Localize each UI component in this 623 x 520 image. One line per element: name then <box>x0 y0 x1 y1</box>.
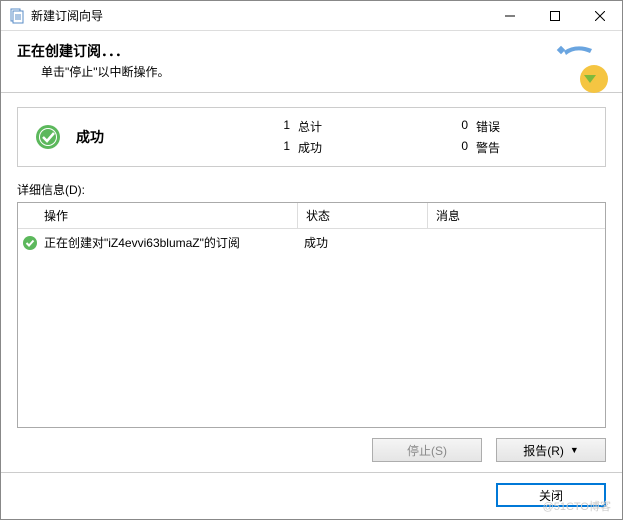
column-status[interactable]: 状态 <box>298 203 428 228</box>
cell-operation: 正在创建对"iZ4evvi63blumaZ"的订阅 <box>38 232 296 253</box>
column-message[interactable]: 消息 <box>428 203 605 228</box>
total-label: 总计 <box>298 118 338 135</box>
error-label: 错误 <box>476 118 516 135</box>
stats: 1 总计 1 成功 0 错误 0 警告 <box>270 118 516 156</box>
wizard-icon <box>556 39 612 95</box>
total-count: 1 <box>270 118 290 135</box>
table-row[interactable]: 正在创建对"iZ4evvi63blumaZ"的订阅 成功 <box>18 229 605 256</box>
window-title: 新建订阅向导 <box>31 7 487 24</box>
cell-message <box>426 241 605 245</box>
success-icon <box>22 235 38 251</box>
wizard-header: 正在创建订阅．．． 单击"停止"以中断操作。 <box>1 31 622 93</box>
app-icon <box>9 8 25 24</box>
cell-status: 成功 <box>296 232 426 253</box>
wizard-footer: 关闭 <box>1 472 622 519</box>
window-controls <box>487 1 622 30</box>
status-label: 成功 <box>76 127 256 147</box>
minimize-button[interactable] <box>487 1 532 30</box>
titlebar: 新建订阅向导 <box>1 1 622 31</box>
success-icon <box>34 123 62 151</box>
content-area: 成功 1 总计 1 成功 0 错误 0 警告 详细信息(D): 操作 状态 消息 正在创… <box>1 93 622 472</box>
page-subtitle: 单击"停止"以中断操作。 <box>41 63 606 80</box>
error-count: 0 <box>448 118 468 135</box>
maximize-button[interactable] <box>532 1 577 30</box>
table-header: 操作 状态 消息 <box>18 203 605 229</box>
action-buttons: 停止(S) 报告(R) ▼ <box>17 428 606 462</box>
report-label: 报告(R) <box>523 442 564 459</box>
status-summary-box: 成功 1 总计 1 成功 0 错误 0 警告 <box>17 107 606 167</box>
stop-button[interactable]: 停止(S) <box>372 438 482 462</box>
success-label: 成功 <box>298 139 338 156</box>
report-button[interactable]: 报告(R) ▼ <box>496 438 606 462</box>
success-count: 1 <box>270 139 290 156</box>
warning-count: 0 <box>448 139 468 156</box>
column-operation[interactable]: 操作 <box>18 203 298 228</box>
close-button[interactable] <box>577 1 622 30</box>
chevron-down-icon: ▼ <box>570 445 579 455</box>
warning-label: 警告 <box>476 139 516 156</box>
details-table: 操作 状态 消息 正在创建对"iZ4evvi63blumaZ"的订阅 成功 <box>17 202 606 428</box>
close-button-footer[interactable]: 关闭 <box>496 483 606 507</box>
details-label: 详细信息(D): <box>17 181 606 198</box>
page-title: 正在创建订阅．．． <box>17 41 606 61</box>
